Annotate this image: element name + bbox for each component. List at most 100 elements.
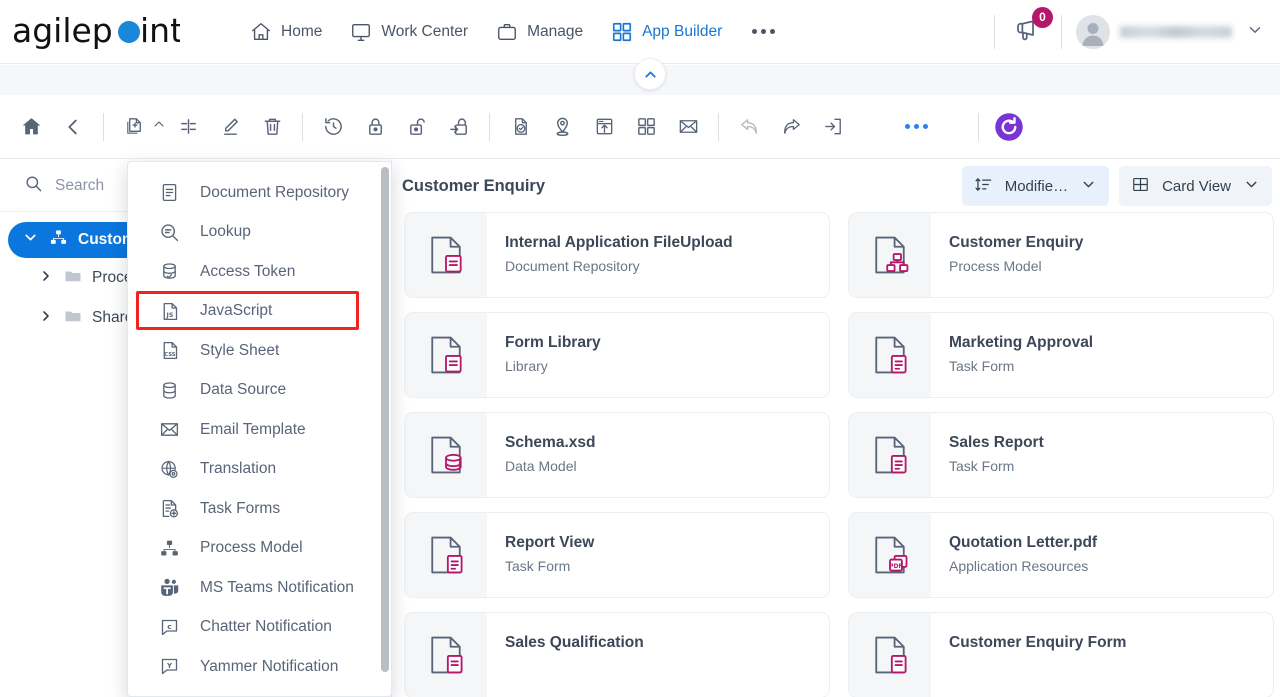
toolbar-divider-5 [978, 112, 979, 141]
announcements-button[interactable]: 0 [1009, 6, 1053, 54]
dot-3 [770, 29, 776, 34]
dot-1 [904, 124, 910, 129]
card-title: Quotation Letter.pdf [949, 534, 1098, 551]
menu-item-process-model[interactable]: Process Model [128, 529, 391, 569]
toolbar-edit-button[interactable] [209, 106, 251, 148]
avatar[interactable] [1076, 15, 1110, 49]
menu-item-ms-teams-notification[interactable]: MS Teams Notification [128, 568, 391, 608]
database-icon [156, 380, 182, 401]
toolbar-rename-button[interactable] [167, 106, 209, 148]
nav-label-work-center: Work Center [381, 22, 469, 40]
card-subtitle: Task Form [949, 458, 1015, 475]
email-icon [156, 419, 182, 440]
nav-more-button[interactable] [736, 29, 791, 34]
card-item[interactable]: Customer Enquiry Form [848, 612, 1274, 697]
view-dropdown[interactable]: Card View [1119, 166, 1272, 206]
toolbar-email-button[interactable] [667, 106, 709, 148]
card-icon-panel: PDF [849, 513, 931, 597]
card-item[interactable]: Sales Qualification [404, 612, 830, 697]
add-item-chevron-up-icon[interactable] [151, 116, 167, 137]
toolbar-refresh-button[interactable] [988, 106, 1030, 148]
content-header: Customer Enquiry Modifie… Card View [392, 160, 1280, 212]
nav-item-home[interactable]: Home [236, 0, 336, 64]
toolbar-location-button[interactable] [541, 106, 583, 148]
toolbar-unlock-button[interactable] [396, 106, 438, 148]
collapse-header-button[interactable] [634, 58, 666, 90]
toolbar-undo-button[interactable] [728, 106, 770, 148]
chevron-up-icon [644, 70, 656, 78]
menu-scrollbar[interactable] [381, 167, 389, 672]
nav-label-app-builder: App Builder [642, 22, 723, 40]
menu-label: Email Template [200, 420, 306, 438]
agilepoint-logo[interactable]: agilep int [12, 10, 180, 54]
card-item[interactable]: Customer Enquiry Process Model [848, 212, 1274, 298]
checkout-icon [449, 118, 467, 135]
nav-item-work-center[interactable]: Work Center [336, 0, 482, 64]
card-body: Quotation Letter.pdf Application Resourc… [931, 513, 1097, 597]
sort-dropdown[interactable]: Modifie… [961, 166, 1110, 206]
toolbar-more-button[interactable] [896, 124, 936, 129]
toolbar-validate-button[interactable] [499, 106, 541, 148]
toolbar-delete-button[interactable] [251, 106, 293, 148]
search-icon [24, 174, 43, 198]
toolbar-back-button[interactable] [52, 106, 94, 148]
document-repository-icon [156, 182, 182, 203]
menu-label: Access Token [200, 262, 296, 280]
refresh-icon [995, 112, 1023, 141]
nav-item-app-builder[interactable]: App Builder [597, 0, 736, 64]
toolbar-checkout-button[interactable] [438, 106, 480, 148]
card-body: Sales Qualification [487, 613, 644, 697]
card-body: Form Library Library [487, 313, 601, 397]
user-menu-chevron-down-icon[interactable] [1246, 21, 1264, 44]
card-item[interactable]: Report View Task Form [404, 512, 830, 598]
toolbar-share-button[interactable] [770, 106, 812, 148]
toolbar-divider-1 [103, 112, 104, 141]
delete-icon [264, 118, 280, 135]
yammer-icon: Y [156, 656, 182, 677]
nav-label-manage: Manage [527, 22, 584, 40]
apps-icon [637, 118, 655, 135]
undo-icon [740, 119, 757, 134]
menu-item-access-token[interactable]: Access Token [128, 252, 391, 292]
menu-item-lookup[interactable]: Lookup [128, 213, 391, 253]
lock-icon [368, 118, 382, 135]
monitor-icon [350, 21, 372, 43]
svg-text:c: c [167, 622, 171, 631]
menu-item-yammer-notification[interactable]: Y Yammer Notification [128, 647, 391, 687]
toolbar-import-button[interactable] [812, 106, 854, 148]
data-model-icon [431, 436, 462, 474]
home-icon [22, 118, 40, 135]
toolbar-publish-button[interactable] [583, 106, 625, 148]
toolbar-apps-button[interactable] [625, 106, 667, 148]
task-forms-icon [156, 498, 182, 519]
chevron-right-icon[interactable] [38, 268, 54, 289]
card-item[interactable]: Schema.xsd Data Model [404, 412, 830, 498]
menu-label: Translation [200, 460, 277, 478]
toolbar-home-button[interactable] [10, 106, 52, 148]
menu-item-translation[interactable]: Translation [128, 450, 391, 490]
card-item[interactable]: PDF Quotation Letter.pdf Application Res… [848, 512, 1274, 598]
toolbar-lock-button[interactable] [354, 106, 396, 148]
chevron-right-icon[interactable] [38, 308, 54, 329]
menu-item-javascript[interactable]: JS JavaScript [128, 292, 391, 332]
card-view-icon [1131, 175, 1150, 198]
chevron-down-icon[interactable] [22, 229, 39, 251]
card-item[interactable]: Internal Application FileUpload Document… [404, 212, 830, 298]
card-item[interactable]: Sales Report Task Form [848, 412, 1274, 498]
process-model-icon [875, 236, 909, 274]
menu-item-style-sheet[interactable]: CSS Style Sheet [128, 331, 391, 371]
card-item[interactable]: Marketing Approval Task Form [848, 312, 1274, 398]
menu-item-email-template[interactable]: Email Template [128, 410, 391, 450]
svg-text:int: int [140, 11, 180, 50]
menu-item-task-forms[interactable]: Task Forms [128, 489, 391, 529]
share-icon [783, 119, 800, 134]
folder-icon [64, 307, 82, 330]
toolbar-add-item-button[interactable] [113, 106, 155, 148]
menu-item-chatter-notification[interactable]: c Chatter Notification [128, 608, 391, 648]
menu-item-document-repository[interactable]: Document Repository [128, 173, 391, 213]
toolbar-history-button[interactable] [312, 106, 354, 148]
card-item[interactable]: Form Library Library [404, 312, 830, 398]
task-form-icon [431, 636, 463, 674]
menu-item-data-source[interactable]: Data Source [128, 371, 391, 411]
nav-item-manage[interactable]: Manage [482, 0, 597, 64]
